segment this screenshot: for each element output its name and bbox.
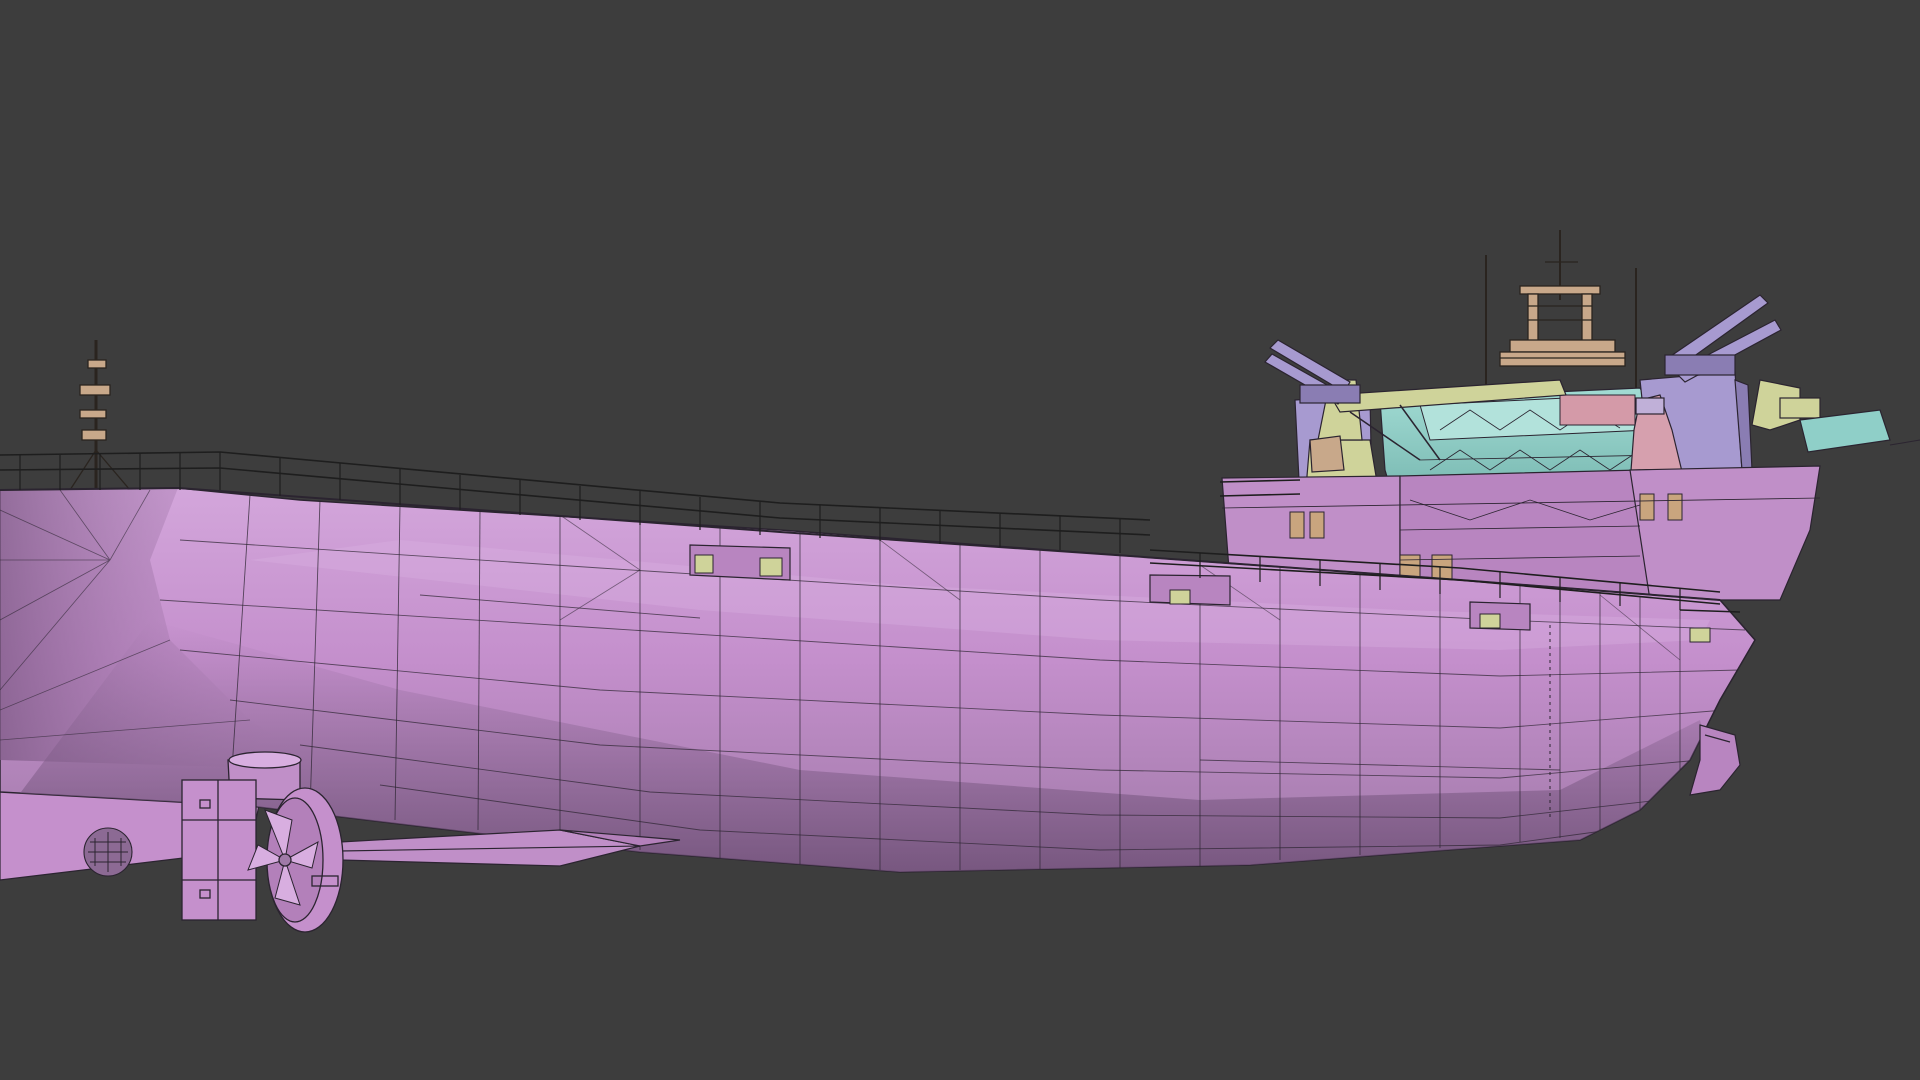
ship-render [0, 230, 1920, 933]
3d-viewport[interactable] [0, 0, 1920, 1080]
starboard-davits [1664, 294, 1782, 383]
bow-equipment [1751, 379, 1920, 453]
superstructure [1221, 230, 1920, 601]
main-mast [1485, 230, 1637, 395]
propeller-shaft [339, 829, 681, 867]
port-davits [1264, 339, 1361, 405]
stern-thruster-grille [83, 827, 133, 877]
